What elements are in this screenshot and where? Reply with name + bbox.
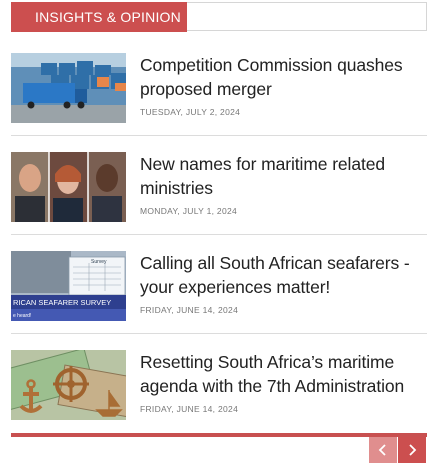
- svg-text:RICAN SEAFARER SURVEY: RICAN SEAFARER SURVEY: [13, 298, 111, 307]
- article-thumbnail[interactable]: [11, 152, 126, 222]
- previous-page-button[interactable]: [369, 437, 397, 463]
- svg-text:e heard!: e heard!: [13, 313, 31, 319]
- list-item[interactable]: Survey RICAN SEAFARER SURVEY e heard! Ca…: [11, 235, 427, 334]
- next-page-button[interactable]: [398, 437, 426, 463]
- list-item[interactable]: New names for maritime related ministrie…: [11, 136, 427, 235]
- list-item[interactable]: Competition Commission quashes proposed …: [11, 37, 427, 136]
- article-title[interactable]: Competition Commission quashes proposed …: [140, 53, 427, 101]
- article-title[interactable]: Calling all South African seafarers - yo…: [140, 251, 427, 299]
- list-item[interactable]: Resetting South Africa’s maritime agenda…: [11, 334, 427, 433]
- article-title[interactable]: New names for maritime related ministrie…: [140, 152, 427, 200]
- article-thumbnail[interactable]: [11, 53, 126, 123]
- chevron-right-icon: [409, 444, 417, 456]
- footer-accent-bar: [11, 433, 427, 437]
- article-date: MONDAY, JULY 1, 2024: [140, 206, 238, 216]
- article-title[interactable]: Resetting South Africa’s maritime agenda…: [140, 350, 427, 398]
- section-title: INSIGHTS & OPINION: [11, 2, 187, 32]
- svg-text:Survey: Survey: [91, 259, 107, 265]
- article-date: FRIDAY, JUNE 14, 2024: [140, 305, 239, 315]
- article-date: TUESDAY, JULY 2, 2024: [140, 107, 241, 117]
- article-thumbnail[interactable]: Survey RICAN SEAFARER SURVEY e heard!: [11, 251, 126, 321]
- chevron-left-icon: [378, 444, 386, 456]
- article-date: FRIDAY, JUNE 14, 2024: [140, 404, 239, 414]
- section-header: INSIGHTS & OPINION: [11, 2, 427, 32]
- article-list: Competition Commission quashes proposed …: [11, 37, 427, 433]
- article-thumbnail[interactable]: [11, 350, 126, 420]
